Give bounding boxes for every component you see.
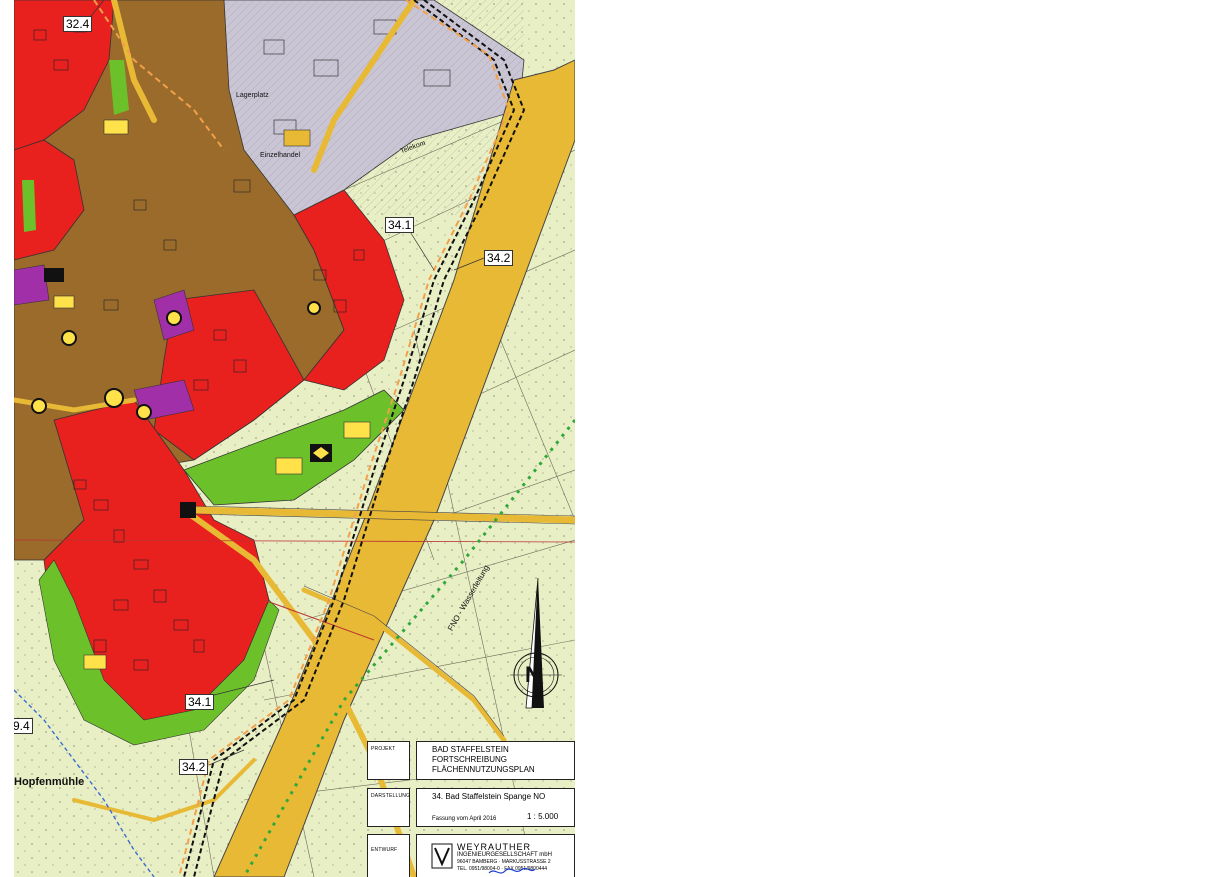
project-lines: BAD STAFFELSTEIN FORTSCHREIBUNG FLÄCHENN… (432, 745, 535, 775)
plan-version: Fassung vom April 2016 (432, 816, 497, 822)
street-label: Einzelhandel (260, 152, 301, 159)
project-line: BAD STAFFELSTEIN (432, 745, 509, 754)
callout-label: 34.2 (484, 250, 514, 266)
north-symbol-label: N (525, 662, 541, 687)
darstellung-label: DARSTELLUNG (371, 793, 411, 799)
projekt-label: PROJEKT (371, 746, 396, 752)
special-area (14, 264, 50, 306)
callout-label: 32.4 (63, 16, 93, 32)
darstellung-label-box: DARSTELLUNG (367, 788, 410, 827)
signature-icon (488, 867, 536, 874)
plan-title-box: 34. Bad Staffelstein Spange NO Fassung v… (416, 788, 575, 827)
green-strip (22, 180, 36, 232)
project-line: FORTSCHREIBUNG (432, 755, 507, 764)
plan-scale: 1 : 5.000 (527, 812, 559, 821)
entwurf-label-box: ENTWURF (367, 834, 410, 877)
projekt-label-box: PROJEKT (367, 741, 410, 780)
firm-logo-icon (431, 843, 453, 869)
callout-label: 34.1 (185, 694, 215, 710)
plan-title: 34. Bad Staffelstein Spange NO (432, 792, 546, 801)
street-label: Lagerplatz (236, 92, 269, 99)
callout-label: 9.4 (14, 718, 33, 734)
project-box: BAD STAFFELSTEIN FORTSCHREIBUNG FLÄCHENN… (416, 741, 575, 780)
callout-label: 34.1 (385, 217, 415, 233)
entwurf-label: ENTWURF (371, 847, 398, 853)
callout-label: 34.2 (179, 759, 209, 775)
project-line: FLÄCHENNUTZUNGSPLAN (432, 765, 535, 774)
firm-box: WEYRAUTHER INGENIEURGESELLSCHAFT mbH 960… (416, 834, 575, 877)
map-viewer[interactable]: 32.4 34.1 34.2 34.1 34.2 9.4 Hopfenmühle… (14, 0, 575, 877)
place-label: Hopfenmühle (14, 776, 85, 788)
